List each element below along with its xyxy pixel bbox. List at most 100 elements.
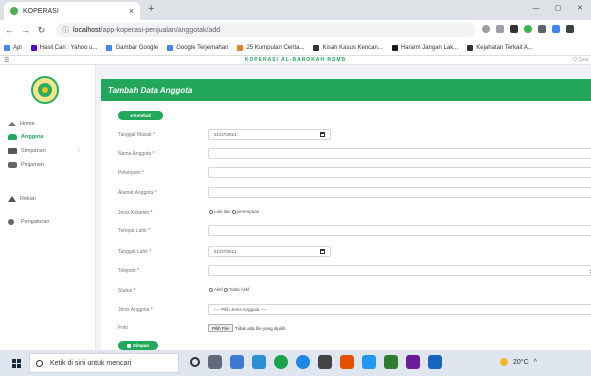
jenis-kelamin-radio-group: Laki-laki perempuan — [208, 209, 259, 214]
file-explorer-icon[interactable] — [230, 355, 244, 369]
tab-close-icon[interactable]: × — [129, 6, 134, 16]
taskbar-search[interactable]: Ketik di sini untuk mencari — [29, 353, 179, 373]
form-card: Tambah Data Anggota ◂ Kembali Tanggal Ma… — [101, 79, 591, 350]
tanggal-masuk-input[interactable]: 21/07/2021 — [208, 129, 331, 140]
app-icon[interactable] — [318, 355, 332, 369]
window-controls: — ▢ ✕ — [525, 0, 591, 16]
alamat-input[interactable] — [208, 187, 591, 198]
label-tanggal-masuk: Tanggal Masuk * — [118, 132, 155, 138]
bookmark-item[interactable]: Kisah Kasus Kencan... — [313, 44, 383, 51]
sidebar-item-anggota[interactable]: Anggota — [8, 131, 43, 143]
bookmark-item[interactable]: Kejahatan Terkait A... — [467, 44, 533, 51]
reload-icon[interactable]: ↻ — [35, 25, 48, 36]
app-viewport: ☰ KOPERASI AL-BAROKAH RSMB Q Sear Home A… — [0, 56, 591, 350]
radio-laki-laki[interactable] — [209, 209, 213, 214]
label-status: Status * — [118, 288, 136, 294]
forward-icon[interactable]: → — [19, 25, 32, 35]
label-pekerjaan: Pekerjaan * — [118, 170, 144, 176]
task-view-icon[interactable] — [208, 355, 222, 369]
app-brand: KOPERASI AL-BAROKAH RSMB — [244, 57, 347, 63]
users-icon — [8, 134, 17, 140]
app-blue-icon[interactable] — [362, 355, 376, 369]
no-file-text: Tidak ada file yang dipilih — [235, 326, 286, 331]
bookmark-item[interactable]: Hasil Cari : Yahoo u... — [30, 44, 97, 51]
app-purple-icon[interactable] — [406, 355, 420, 369]
site-icon — [467, 44, 474, 51]
sidebar-item-pinjaman[interactable]: Pinjaman — [8, 159, 44, 171]
sidebar-item-rekan[interactable]: Rekan — [8, 193, 36, 205]
pekerjaan-input[interactable] — [208, 167, 591, 178]
word-icon[interactable] — [428, 355, 442, 369]
label-tanggal-lahir: Tanggal Lahir * — [118, 249, 152, 255]
sidebar-item-home[interactable]: Home — [8, 118, 35, 130]
radio-tidak-aktif[interactable] — [223, 287, 228, 292]
edge-icon[interactable] — [252, 355, 266, 369]
new-tab-button[interactable]: + — [148, 3, 154, 15]
telepon-input[interactable]: ▴ ▾ — [208, 265, 591, 276]
sidebar-item-simpanan[interactable]: Simpanan › — [8, 145, 96, 157]
weather-temperature[interactable]: 20°C — [513, 359, 529, 366]
handshake-icon — [8, 162, 17, 168]
address-bar[interactable]: ⓘ localhost /app-koperasi-penjualan/angg… — [56, 23, 476, 37]
tanggal-lahir-input[interactable]: 21/07/2021 — [208, 246, 331, 257]
back-button[interactable]: ◂ Kembali — [118, 111, 163, 120]
jenis-anggota-select[interactable]: ---- Pilih Jenis Anggota ---- — [208, 304, 591, 315]
tab-title: KOPERASI — [23, 7, 59, 15]
window-close-icon[interactable]: ✕ — [569, 0, 591, 16]
app-orange-icon[interactable] — [340, 355, 354, 369]
zoom-icon[interactable] — [482, 25, 490, 33]
bookmark-star-icon[interactable] — [496, 25, 504, 33]
label-foto: Foto — [118, 325, 129, 331]
label-tempat-lahir: Tempat Lahir * — [118, 228, 151, 234]
system-tray: 20°C ^ — [500, 358, 537, 366]
radio-aktif[interactable] — [209, 287, 213, 292]
windows-start-icon[interactable] — [12, 359, 21, 368]
nama-anggota-input[interactable] — [208, 148, 591, 159]
search-icon — [36, 359, 43, 367]
browser-tabstrip: KOPERASI × + — ▢ ✕ — [0, 0, 591, 20]
bookmark-item[interactable]: Haram! Jangan Lak... — [391, 44, 458, 51]
label-telepon: Telepon * — [118, 268, 139, 274]
url-host: localhost — [73, 26, 101, 34]
extension-green-icon[interactable] — [524, 25, 532, 33]
tempat-lahir-input[interactable] — [208, 225, 591, 236]
tray-expand-icon[interactable]: ^ — [534, 359, 537, 366]
extension-gray-icon[interactable] — [538, 25, 546, 33]
chrome-icon[interactable] — [274, 355, 288, 369]
search-hint[interactable]: Q Sear — [573, 57, 589, 63]
label-jenis-anggota: Jenis Anggota * — [118, 307, 153, 313]
minimize-icon[interactable]: — — [525, 0, 547, 16]
bookmark-item[interactable]: Google Terjemahan — [167, 44, 228, 51]
label-nama-anggota: Nama Anggota * — [118, 151, 155, 157]
extension-blue-icon[interactable] — [552, 25, 560, 33]
browser-icon[interactable] — [296, 355, 310, 369]
app-topbar: ☰ KOPERASI AL-BAROKAH RSMB Q Sear — [0, 56, 591, 65]
bookmark-item[interactable]: 25 Kumpulan Cerita... — [237, 44, 304, 51]
sidebar-item-pengaturan[interactable]: Pengaturan — [8, 216, 49, 228]
label-alamat: Alamat Anggota * — [118, 190, 157, 196]
radio-perempuan[interactable] — [231, 209, 236, 214]
app-green-icon[interactable] — [384, 355, 398, 369]
calendar-icon[interactable] — [320, 132, 325, 137]
status-radio-group: Aktif Tidak Aktif — [208, 287, 249, 292]
bookmark-item[interactable]: Apl — [4, 44, 22, 51]
wallet-icon — [8, 148, 17, 154]
extension-icon[interactable] — [510, 25, 518, 33]
browser-tab[interactable]: KOPERASI × — [4, 2, 140, 20]
label-jenis-kelamin: Jenis Kelamin * — [118, 210, 153, 216]
choose-file-button[interactable]: Pilih File — [208, 324, 234, 332]
weather-sun-icon — [500, 358, 508, 366]
maximize-icon[interactable]: ▢ — [547, 0, 569, 16]
browser-extension-icons — [482, 25, 574, 33]
back-icon[interactable]: ← — [3, 25, 16, 35]
cortana-icon[interactable] — [190, 357, 200, 367]
extension-dark-icon[interactable] — [566, 25, 574, 33]
site-info-icon[interactable]: ⓘ — [62, 25, 69, 35]
bookmark-item[interactable]: Gambar Google — [106, 44, 158, 51]
site-icon — [391, 44, 398, 51]
cooperative-logo-icon — [31, 76, 59, 104]
chevron-right-icon: › — [78, 148, 80, 154]
building-icon — [8, 196, 16, 202]
save-button[interactable]: Simpan — [118, 341, 158, 350]
calendar-icon[interactable] — [320, 249, 325, 254]
